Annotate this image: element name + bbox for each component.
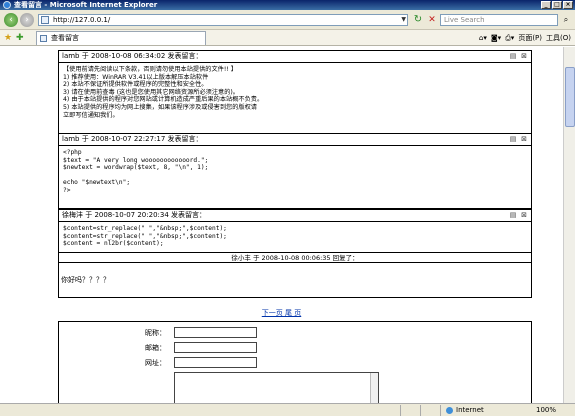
page-menu[interactable]: 页面(P) bbox=[518, 32, 542, 44]
textarea-scrollbar[interactable] bbox=[370, 373, 378, 403]
navigation-bar: ‹ › http://127.0.0.1/ ▼ ↻ ✕ Live Search … bbox=[0, 10, 575, 30]
post-body: 【使用前请先阅读以下条款，否则请勿使用本站提供的文件!! 】 1) 推荐使用：W… bbox=[63, 66, 264, 119]
window-controls: _ □ × bbox=[541, 1, 573, 9]
stop-button[interactable]: ✕ bbox=[426, 14, 438, 26]
status-divider bbox=[420, 405, 421, 416]
maximize-button[interactable]: □ bbox=[552, 1, 562, 9]
status-bar: Internet 100% bbox=[0, 403, 575, 416]
chevron-down-icon[interactable]: ▼ bbox=[401, 15, 406, 25]
minimize-button[interactable]: _ bbox=[541, 1, 551, 9]
home-icon[interactable]: ⌂▾ bbox=[479, 32, 487, 44]
tools-menu[interactable]: 工具(O) bbox=[546, 32, 571, 44]
reply-body: 你好吗？？？？ bbox=[61, 276, 110, 284]
page-content: lamb 于 2008-10-08 06:34:02 发表留言： ▤ ⊠ 【使用… bbox=[0, 47, 563, 403]
back-button[interactable]: ‹ bbox=[4, 13, 18, 27]
post-meta: 徐梅沣 于 2008-10-07 20:20:34 发表留言： bbox=[62, 211, 207, 219]
zoom-value: 100% bbox=[536, 406, 557, 414]
scrollbar-thumb[interactable] bbox=[565, 67, 575, 127]
security-zone: Internet bbox=[446, 404, 484, 416]
email-field[interactable] bbox=[174, 342, 257, 353]
page-icon bbox=[41, 16, 49, 24]
command-bar: ⌂▾ ◙▾ ⎙▾ 页面(P) 工具(O) bbox=[479, 32, 571, 44]
post-header: lamb 于 2008-10-08 06:34:02 发表留言： ▤ ⊠ bbox=[59, 51, 531, 63]
message-post: lamb 于 2008-10-08 06:34:02 发表留言： ▤ ⊠ 【使用… bbox=[58, 50, 532, 136]
delete-icon[interactable]: ⊠ bbox=[520, 52, 528, 60]
edit-icon[interactable]: ▤ bbox=[509, 52, 517, 60]
zone-label: Internet bbox=[456, 406, 484, 414]
nickname-field[interactable] bbox=[174, 327, 257, 338]
search-input[interactable]: Live Search bbox=[440, 14, 558, 26]
delete-icon[interactable]: ⊠ bbox=[520, 135, 528, 143]
email-label: 邮箱： bbox=[145, 344, 166, 352]
address-url: http://127.0.0.1/ bbox=[53, 16, 111, 24]
reply-header: 徐小丰 于 2008-10-08 00:06:35 回复了： bbox=[59, 252, 531, 263]
post-meta: lamb 于 2008-10-08 06:34:02 发表留言： bbox=[62, 52, 203, 60]
close-button[interactable]: × bbox=[563, 1, 573, 9]
website-field[interactable] bbox=[174, 357, 257, 368]
edit-icon[interactable]: ▤ bbox=[509, 211, 517, 219]
feeds-icon[interactable]: ◙▾ bbox=[491, 32, 501, 44]
tab-active[interactable]: 查看留言 bbox=[36, 31, 206, 45]
post-meta: lamb 于 2008-10-07 22:27:17 发表留言： bbox=[62, 135, 203, 143]
vertical-scrollbar[interactable] bbox=[563, 47, 575, 403]
globe-icon bbox=[446, 407, 453, 414]
favorites-star-icon[interactable]: ★ bbox=[4, 32, 12, 44]
zoom-level[interactable]: 100% bbox=[528, 404, 556, 416]
post-body: <?php $text = "A very long woooooooooooo… bbox=[63, 149, 209, 194]
refresh-button[interactable]: ↻ bbox=[412, 14, 424, 26]
message-post: lamb 于 2008-10-07 22:27:17 发表留言： ▤ ⊠ <?p… bbox=[58, 133, 532, 209]
post-body: $content=str_replace(" ","&nbsp;",$conte… bbox=[63, 225, 227, 248]
status-divider bbox=[400, 405, 401, 416]
edit-icon[interactable]: ▤ bbox=[509, 135, 517, 143]
pagination: 下一页 尾 页 bbox=[0, 308, 563, 318]
print-icon[interactable]: ⎙▾ bbox=[505, 32, 514, 44]
forward-button[interactable]: › bbox=[20, 13, 34, 27]
website-label: 网址： bbox=[145, 359, 166, 367]
message-post: 徐梅沣 于 2008-10-07 20:20:34 发表留言： ▤ ⊠ $con… bbox=[58, 209, 532, 298]
window-title: 查看留言 - Microsoft Internet Explorer bbox=[14, 1, 158, 9]
tab-bar: ★ ✚ 查看留言 ⌂▾ ◙▾ ⎙▾ 页面(P) 工具(O) bbox=[0, 30, 575, 46]
page-icon bbox=[40, 35, 47, 42]
post-header: 徐梅沣 于 2008-10-07 20:20:34 发表留言： ▤ ⊠ bbox=[59, 210, 531, 222]
guestbook-form: 昵称： 邮箱： 网址： bbox=[58, 321, 532, 403]
next-page-link[interactable]: 下一页 尾 页 bbox=[262, 309, 301, 317]
ie-logo-icon bbox=[3, 1, 11, 9]
nickname-label: 昵称： bbox=[145, 329, 166, 337]
search-icon[interactable]: ⌕ bbox=[560, 14, 572, 26]
status-divider bbox=[440, 405, 441, 416]
delete-icon[interactable]: ⊠ bbox=[520, 211, 528, 219]
tab-label: 查看留言 bbox=[51, 34, 79, 42]
post-header: lamb 于 2008-10-07 22:27:17 发表留言： ▤ ⊠ bbox=[59, 134, 531, 146]
address-input[interactable]: http://127.0.0.1/ ▼ bbox=[38, 14, 408, 26]
add-favorite-icon[interactable]: ✚ bbox=[16, 32, 24, 44]
window-title-bar: 查看留言 - Microsoft Internet Explorer _ □ × bbox=[0, 0, 575, 10]
message-textarea[interactable] bbox=[174, 372, 379, 403]
